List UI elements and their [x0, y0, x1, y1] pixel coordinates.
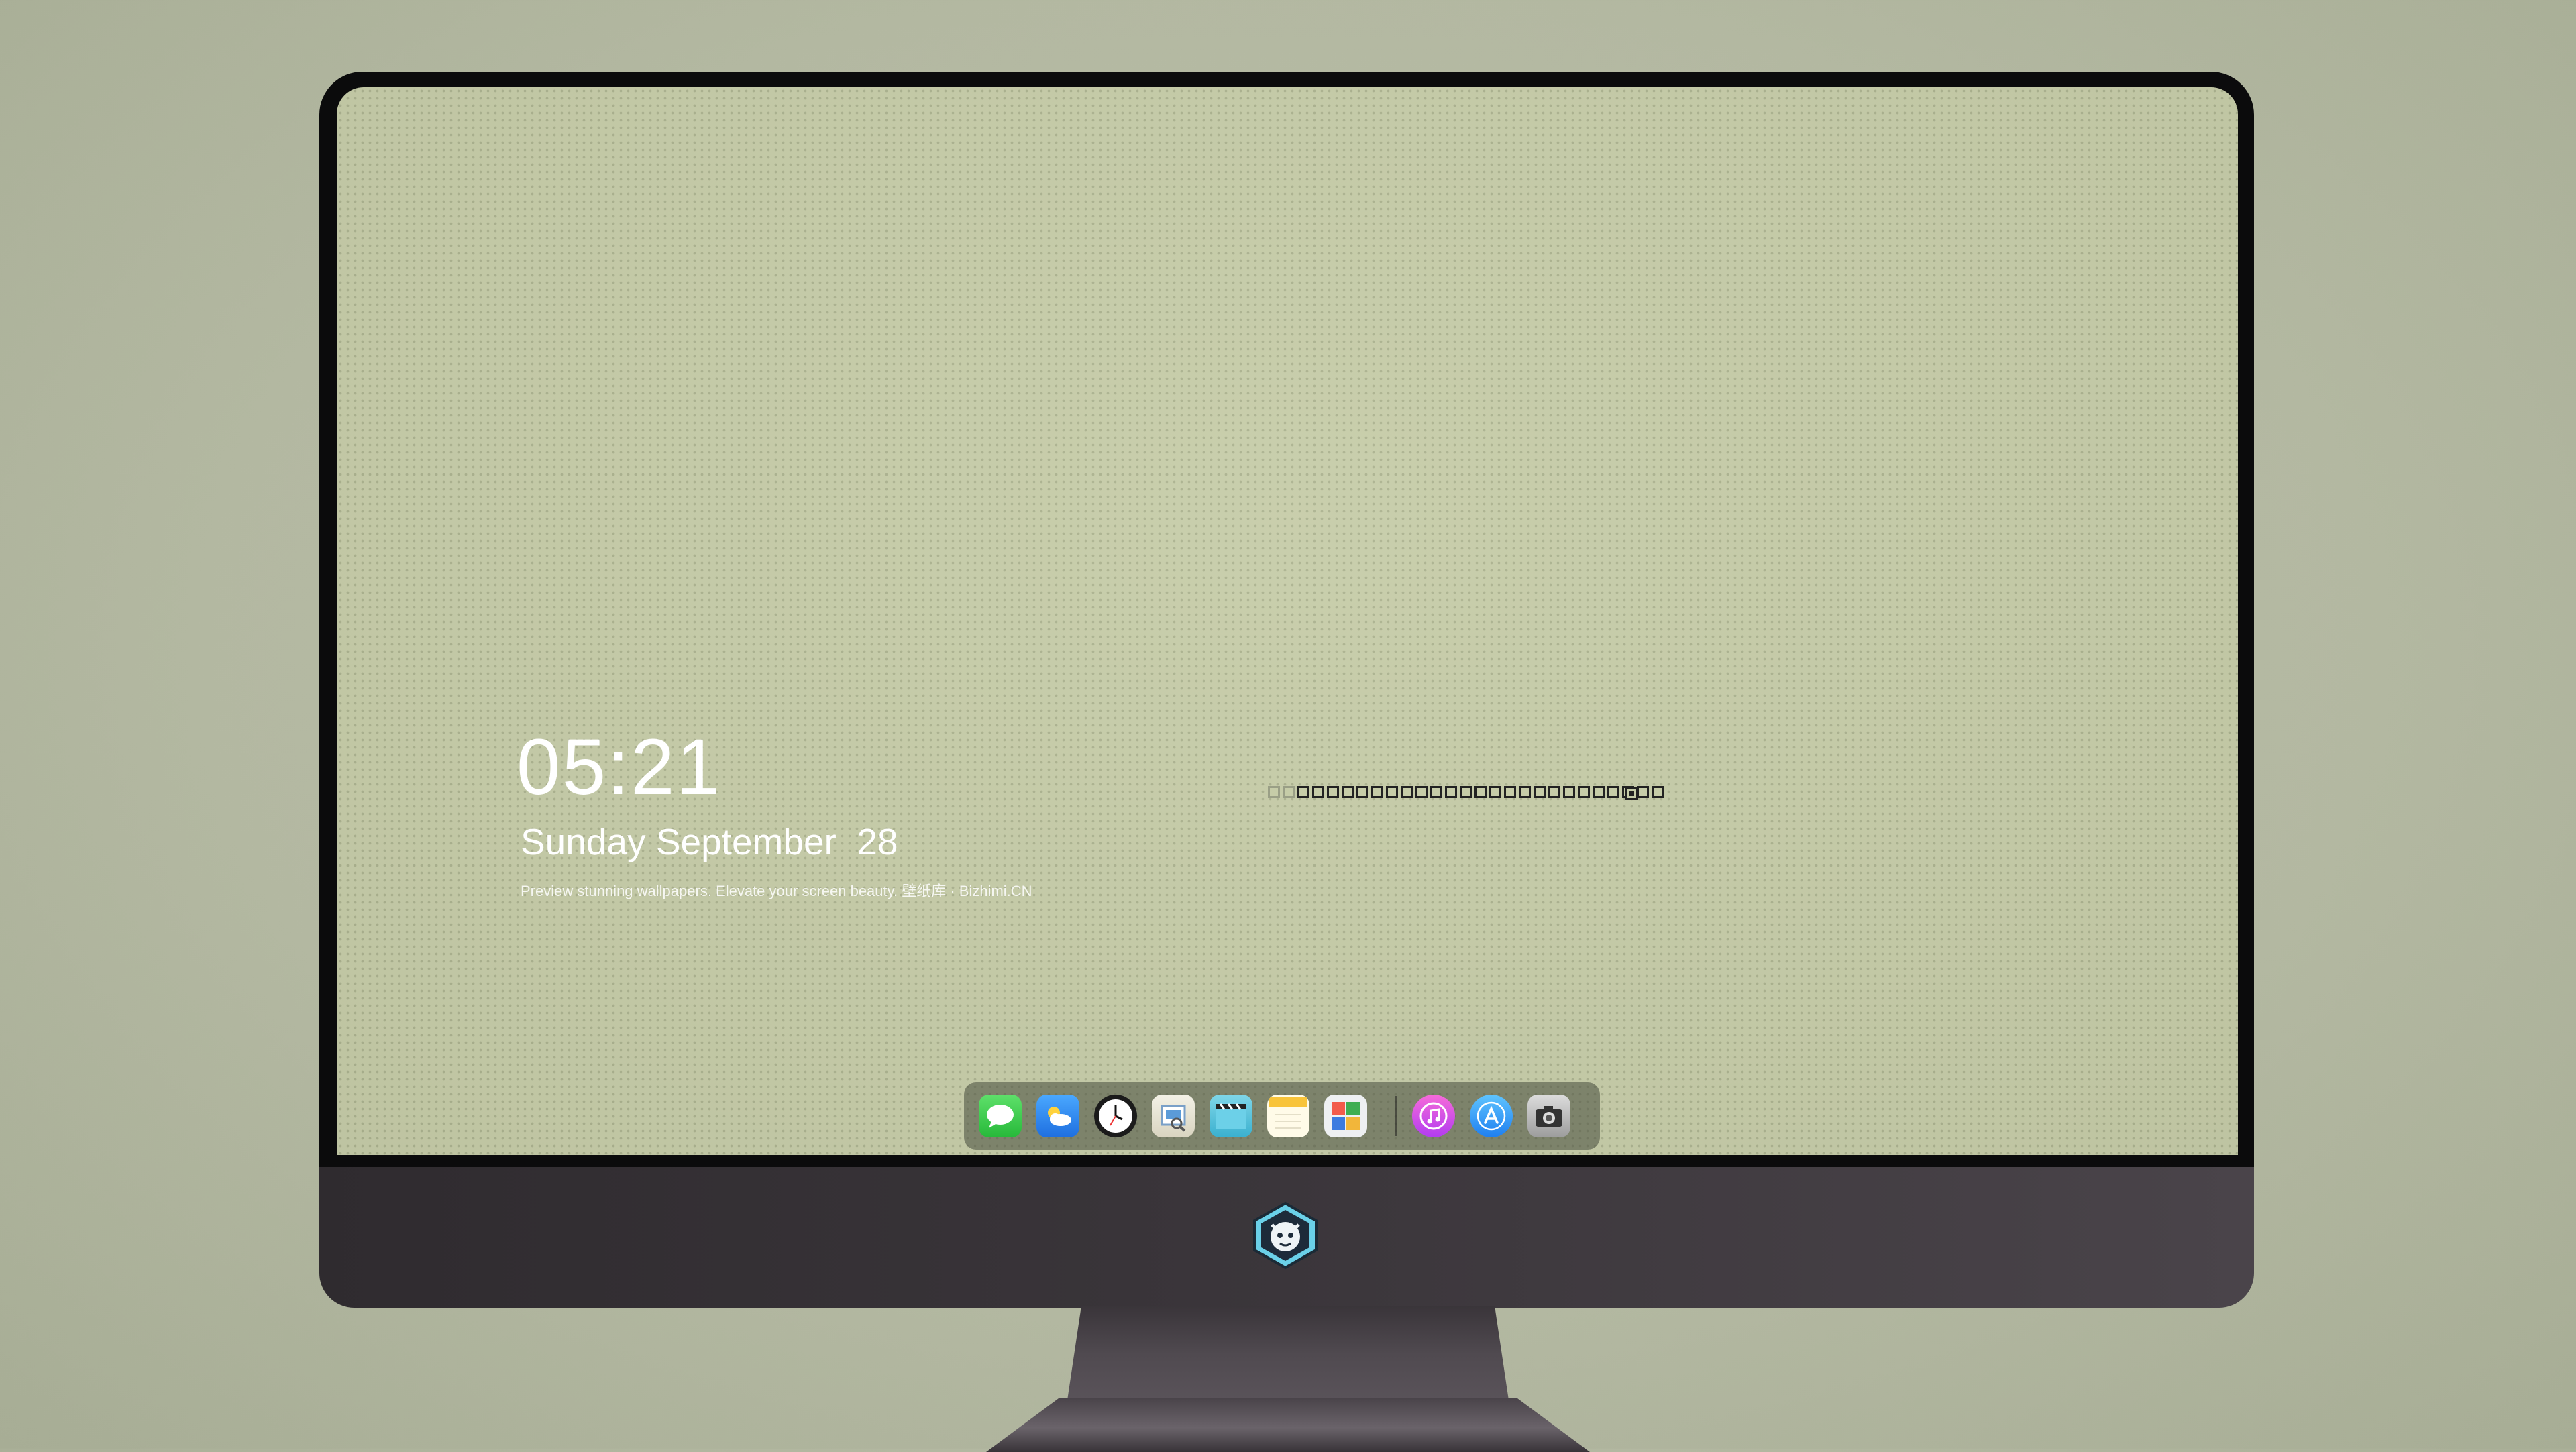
wallpaper-caption: Preview stunning wallpapers. Elevate you… [521, 883, 1032, 899]
progress-segment [1342, 786, 1354, 798]
progress-segment [1401, 786, 1413, 798]
progress-segment [1563, 786, 1575, 798]
progress-segment [1327, 786, 1339, 798]
progress-segment [1297, 786, 1309, 798]
photo-grid-icon[interactable] [1324, 1095, 1368, 1137]
desktop-screen [337, 87, 2238, 1155]
progress-segment [1474, 786, 1487, 798]
progress-segment [1312, 786, 1324, 798]
monitor-stand-base [986, 1398, 1590, 1452]
notes-icon[interactable] [1267, 1095, 1310, 1137]
progress-segment [1356, 786, 1368, 798]
progress-segment [1652, 786, 1664, 798]
progress-segment [1534, 786, 1546, 798]
loading-progress-bar [1268, 786, 1666, 801]
progress-segment [1504, 786, 1516, 798]
progress-segment [1460, 786, 1472, 798]
messages-icon[interactable] [979, 1095, 1022, 1137]
progress-segment [1593, 786, 1605, 798]
progress-segment [1637, 786, 1649, 798]
progress-segment [1415, 786, 1428, 798]
progress-segment [1445, 786, 1457, 798]
dock [964, 1082, 1600, 1150]
progress-segment [1607, 786, 1619, 798]
progress-segment [1268, 786, 1280, 798]
music-icon[interactable] [1412, 1095, 1456, 1137]
progress-segment [1386, 786, 1398, 798]
progress-segment [1578, 786, 1590, 798]
progress-segment [1519, 786, 1531, 798]
progress-segment [1430, 786, 1442, 798]
progress-segment [1371, 786, 1383, 798]
app-store-icon[interactable] [1470, 1095, 1513, 1137]
dock-separator [1395, 1096, 1398, 1136]
progress-segment [1283, 786, 1295, 798]
clock-date: Sunday September 28 [521, 821, 898, 862]
weather-icon[interactable] [1036, 1095, 1079, 1137]
clock-icon[interactable] [1093, 1095, 1137, 1137]
final-cut-icon[interactable] [1209, 1095, 1252, 1137]
camera-icon[interactable] [1527, 1095, 1571, 1137]
brand-logo-icon [1250, 1200, 1320, 1270]
clock-time: 05:21 [517, 723, 722, 812]
preview-icon[interactable] [1151, 1095, 1195, 1137]
progress-segment [1548, 786, 1560, 798]
progress-end-marker [1625, 787, 1638, 800]
progress-segment [1489, 786, 1501, 798]
